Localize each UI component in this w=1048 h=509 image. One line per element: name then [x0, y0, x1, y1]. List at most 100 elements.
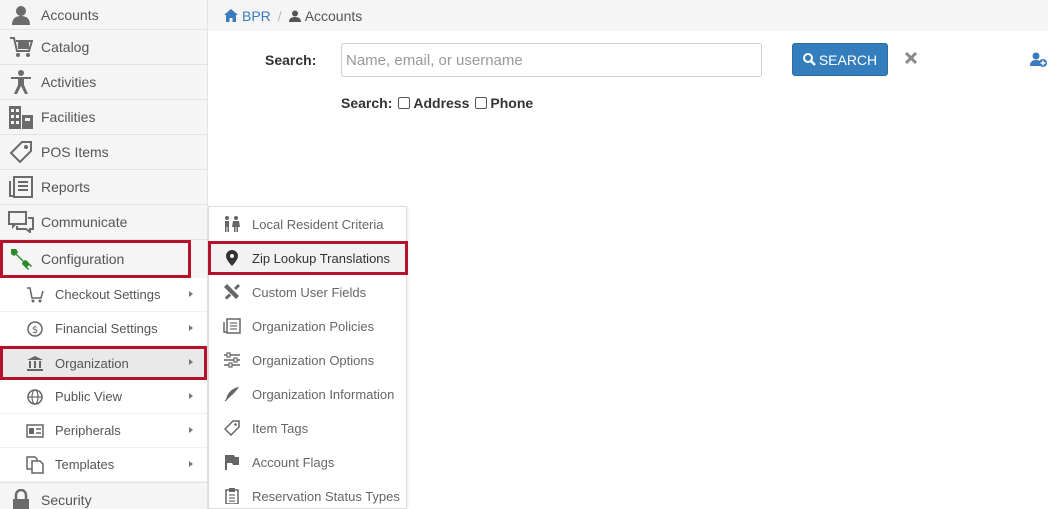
flyout-item-label: Zip Lookup Translations	[252, 250, 391, 266]
submenu-item-public-view[interactable]: Public View	[0, 380, 207, 414]
flyout-item-label: Organization Policies	[252, 318, 375, 334]
sidebar: Accounts Catalog Activities Facilities P…	[0, 0, 208, 509]
search-button-label: SEARCH	[818, 51, 878, 68]
flyout-item-reservation-status-types[interactable]: Reservation Status Types	[209, 479, 406, 509]
chevron-right-icon	[189, 427, 193, 433]
flyout-item-label: Account Flags	[252, 454, 335, 470]
flyout-item-item-tags[interactable]: Item Tags	[209, 411, 406, 445]
submenu-item-label: Organization	[55, 355, 129, 371]
sidebar-item-label: POS Items	[41, 144, 109, 160]
globe-icon	[26, 388, 44, 406]
chevron-right-icon	[189, 359, 193, 365]
sidebar-item-security[interactable]: Security	[0, 482, 207, 509]
submenu-item-templates[interactable]: Templates	[0, 448, 207, 482]
id-card-icon	[26, 422, 44, 440]
flyout-item-label: Organization Options	[252, 352, 375, 368]
sidebar-item-communicate[interactable]: Communicate	[0, 205, 207, 240]
sidebar-item-label: Activities	[41, 74, 97, 90]
tag-icon	[6, 138, 36, 166]
sidebar-item-activities[interactable]: Activities	[0, 65, 207, 100]
chevron-right-icon	[189, 325, 193, 331]
search-icon	[802, 53, 816, 66]
sidebar-item-accounts[interactable]: Accounts	[0, 0, 207, 30]
feather-icon	[223, 385, 241, 403]
sidebar-item-label: Configuration	[41, 251, 125, 267]
submenu-item-label: Templates	[55, 457, 115, 472]
flyout-item-organization-information[interactable]: Organization Information	[209, 377, 406, 411]
flyout-item-custom-user-fields[interactable]: Custom User Fields	[209, 275, 406, 309]
flyout-item-zip-lookup-translations[interactable]: Zip Lookup Translations	[208, 241, 408, 275]
search-input[interactable]	[341, 43, 762, 77]
add-user-icon	[1030, 52, 1047, 67]
sidebar-item-catalog[interactable]: Catalog	[0, 30, 207, 65]
cart-icon	[26, 286, 44, 304]
phone-option-label: Phone	[490, 95, 534, 111]
submenu-item-checkout-settings[interactable]: Checkout Settings	[0, 278, 207, 312]
chat-icon	[6, 208, 36, 236]
tools-icon	[223, 283, 241, 301]
organization-flyout-menu: Local Resident Criteria Zip Lookup Trans…	[208, 206, 408, 509]
cart-icon	[6, 33, 36, 61]
map-pin-icon	[223, 249, 241, 267]
submenu-item-peripherals[interactable]: Peripherals	[0, 414, 207, 448]
sidebar-item-configuration[interactable]: Configuration	[0, 240, 191, 278]
phone-option[interactable]: Phone	[475, 95, 533, 111]
breadcrumb-current: Accounts	[288, 7, 363, 24]
chevron-right-icon	[189, 461, 193, 467]
sidebar-item-label: Catalog	[41, 39, 90, 55]
address-option[interactable]: Address	[398, 95, 469, 111]
user-icon	[6, 1, 36, 29]
flyout-item-label: Custom User Fields	[252, 284, 367, 300]
search-options: Search: Address Phone	[341, 95, 533, 111]
address-checkbox[interactable]	[398, 97, 411, 109]
add-user-button[interactable]	[1030, 52, 1048, 68]
submenu-item-label: Public View	[55, 389, 122, 404]
copy-icon	[26, 455, 44, 474]
flyout-item-organization-policies[interactable]: Organization Policies	[209, 309, 406, 343]
flyout-item-label: Local Resident Criteria	[252, 216, 384, 232]
sidebar-item-pos-items[interactable]: POS Items	[0, 135, 207, 170]
flyout-item-local-resident-criteria[interactable]: Local Resident Criteria	[209, 207, 406, 241]
close-icon	[904, 51, 918, 65]
sidebar-item-label: Accounts	[41, 6, 99, 23]
sidebar-item-label: Facilities	[41, 109, 96, 125]
submenu-item-financial-settings[interactable]: $ Financial Settings	[0, 312, 207, 346]
policies-icon	[223, 317, 241, 335]
breadcrumb-current-label: Accounts	[304, 7, 363, 24]
people-icon	[223, 215, 241, 233]
search-label: Search:	[265, 52, 317, 68]
sidebar-item-label: Reports	[41, 179, 91, 195]
submenu-item-label: Peripherals	[55, 423, 121, 438]
home-icon	[224, 9, 238, 22]
lock-icon	[6, 486, 36, 509]
user-icon	[288, 10, 301, 22]
tag-icon	[223, 419, 241, 437]
submenu-item-label: Financial Settings	[55, 321, 158, 336]
search-options-label: Search:	[341, 95, 393, 111]
breadcrumb-home-link[interactable]: BPR	[224, 8, 271, 24]
bank-icon	[26, 354, 44, 372]
building-icon	[6, 103, 36, 131]
search-button[interactable]: SEARCH	[792, 43, 888, 76]
breadcrumb-separator: /	[277, 7, 282, 24]
flyout-item-account-flags[interactable]: Account Flags	[209, 445, 406, 479]
submenu-item-organization[interactable]: Organization	[0, 346, 207, 380]
sidebar-item-label: Communicate	[41, 214, 128, 230]
sidebar-item-facilities[interactable]: Facilities	[0, 100, 207, 135]
sidebar-item-reports[interactable]: Reports	[0, 170, 207, 205]
wrench-icon	[6, 245, 36, 273]
flyout-item-label: Reservation Status Types	[252, 488, 400, 504]
submenu-item-label: Checkout Settings	[55, 287, 161, 302]
svg-text:$: $	[32, 325, 38, 336]
flag-icon	[223, 453, 241, 471]
person-icon	[6, 68, 36, 96]
clear-search-button[interactable]	[902, 50, 920, 68]
flyout-item-label: Item Tags	[252, 420, 309, 436]
chevron-right-icon	[189, 393, 193, 399]
reports-icon	[6, 173, 36, 201]
breadcrumb: BPR / Accounts	[208, 0, 1048, 31]
clipboard-icon	[223, 487, 241, 505]
phone-checkbox[interactable]	[475, 97, 488, 109]
flyout-item-organization-options[interactable]: Organization Options	[209, 343, 406, 377]
breadcrumb-home-label: BPR	[242, 7, 271, 24]
